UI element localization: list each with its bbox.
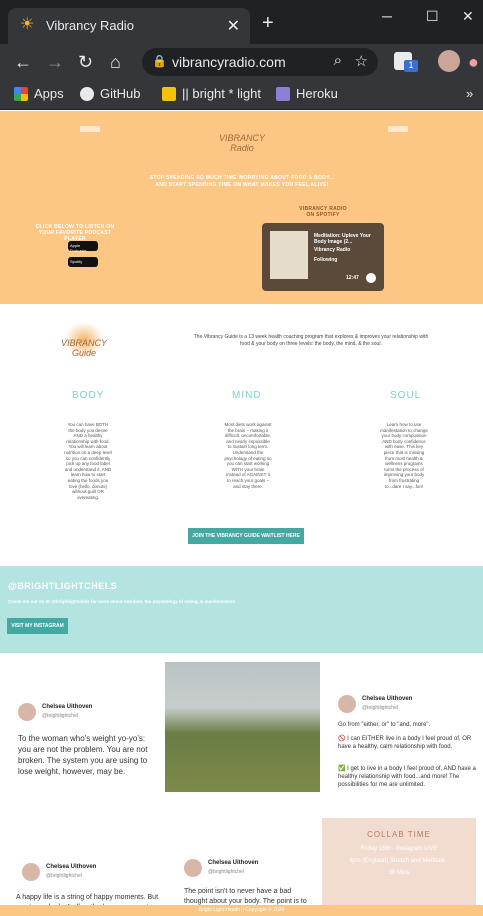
footer: Bright Light Health || Copyright © 2020 (0, 905, 483, 916)
browser-tab-strip: ☀ Vibrancy Radio ✕ + ─ ☐ ✕ (0, 0, 483, 44)
intro-line-2: food & your body on three levels: the bo… (240, 341, 382, 347)
apple-podcasts-badge[interactable]: Apple Podcasts (68, 241, 98, 253)
post-handle: @brightlightchel (362, 705, 398, 711)
waitlist-button[interactable]: JOIN THE VIBRANCY GUIDE WAITLIST HERE (188, 528, 304, 544)
profile-avatar[interactable] (438, 50, 460, 72)
forward-icon[interactable]: → (46, 50, 64, 74)
bookmark-label: GitHub (100, 86, 141, 101)
collab-post[interactable]: COLLAB TIME Friday 15th - Instagram LIVE… (322, 818, 476, 916)
collab-line-1: Friday 15th - Instagram LIVE (360, 846, 438, 852)
spotify-heading-2: ON SPOTIFY (306, 212, 340, 218)
nav-link[interactable] (388, 126, 408, 132)
avatar (184, 859, 202, 877)
avatar (18, 703, 36, 721)
visit-instagram-button[interactable]: VISIT MY INSTAGRAM (7, 618, 68, 634)
heroku-icon (276, 86, 290, 101)
post-handle: @brightlightchel (208, 869, 244, 875)
body-heading: BODY (72, 390, 105, 401)
maximize-icon[interactable]: ☐ (426, 8, 439, 25)
back-icon[interactable]: ← (14, 50, 32, 74)
instagram-banner: @BRIGHTLIGHTCHELS Check me out on IG @br… (0, 566, 483, 653)
close-window-icon[interactable]: ✕ (462, 8, 474, 25)
post-author: Chelsea Uithoven (362, 696, 413, 702)
nav-link[interactable] (80, 126, 100, 132)
apps-grid-icon (14, 86, 28, 101)
hero-section: VIBRANCY Radio STOP SPENDING SO MUCH TIM… (0, 111, 483, 304)
post-text: Go from "either, or" to "and, more". (338, 722, 431, 728)
collab-line-3: 30 Mins (388, 870, 410, 876)
tab-title: Vibrancy Radio (46, 18, 134, 33)
menu-icon[interactable]: ● (468, 50, 479, 74)
zoom-icon[interactable]: ⌕ (334, 52, 342, 69)
intro-line-1: The Vibrancy Guide is a 13 week health c… (193, 334, 429, 340)
instagram-photo[interactable] (165, 662, 320, 792)
bookmark-label: || bright * light (182, 86, 262, 101)
episode-title[interactable]: Meditation: Upleve Your Body Image (2... (314, 233, 378, 245)
spotify-badge[interactable]: Spotify (68, 257, 98, 267)
bookmark-label: Apps (34, 86, 64, 101)
post-author: Chelsea Uithoven (46, 864, 97, 870)
address-bar[interactable]: 🔒 vibrancyradio.com ⌕ ☆ (142, 48, 378, 76)
browser-toolbar: ← → ↻ ⌂ 🔒 vibrancyradio.com ⌕ ☆ 1 ● (0, 44, 483, 80)
avatar (338, 695, 356, 713)
post-text: To the woman who's weight yo-yo's: you a… (18, 734, 148, 776)
show-name: Vibrancy Radio (314, 247, 351, 253)
bookmarks-bar: Apps GitHub || bright * light Heroku » (0, 80, 483, 110)
soul-text: Learn how to use manifestation to change… (380, 422, 428, 489)
collab-title: COLLAB TIME (367, 830, 431, 839)
url-text[interactable]: vibrancyradio.com (172, 54, 286, 70)
close-tab-icon[interactable]: ✕ (227, 16, 240, 36)
avatar (22, 863, 40, 881)
follow-button[interactable]: Following (314, 257, 337, 263)
more-bookmarks-icon[interactable]: » (466, 86, 473, 101)
vibrancy-guide-logo: VIBRANCY Guide (60, 338, 107, 358)
mind-heading: MIND (232, 390, 262, 401)
tagline-line-1: STOP SPENDING SO MUCH TIME WORRYING ABOU… (149, 175, 335, 181)
post-handle: @brightlightchel (42, 713, 78, 719)
web-page: VIBRANCY Radio STOP SPENDING SO MUCH TIM… (0, 111, 483, 916)
feed-post[interactable]: Chelsea Uithoven @brightlightchel To the… (10, 693, 160, 803)
body-text: You can have BOTH the body you desire AN… (64, 422, 112, 500)
bookmark-star-icon[interactable]: ☆ (355, 52, 368, 70)
post-text: ✅ I get to live in a body I feel proud o… (338, 766, 476, 788)
episode-artwork (270, 231, 308, 279)
bookmark-label: Heroku (296, 86, 338, 101)
home-icon[interactable]: ⌂ (110, 50, 121, 74)
instagram-handle: @BRIGHTLIGHTCHELS (8, 581, 118, 591)
sun-icon: ☀ (20, 16, 35, 33)
bookmark-github[interactable]: GitHub (80, 86, 140, 101)
instagram-subtitle: Check me out on IG @brightlightchels for… (8, 599, 236, 604)
vibrancy-radio-logo: VIBRANCY Radio (218, 133, 265, 153)
soul-heading: SOUL (390, 390, 422, 401)
post-author: Chelsea Uithoven (42, 704, 93, 710)
new-tab-button[interactable]: + (262, 12, 274, 35)
bookmark-apps[interactable]: Apps (14, 86, 64, 101)
tagline-line-2: AND START SPENDING TIME ON WHAT MAKES YO… (155, 182, 329, 188)
spotify-embed[interactable]: Meditation: Upleve Your Body Image (2...… (262, 223, 384, 291)
bookmark-bright-light[interactable]: || bright * light (162, 86, 261, 101)
lock-icon[interactable]: 🔒 (152, 54, 167, 68)
extension-badge: 1 (404, 60, 418, 72)
browser-tab[interactable]: ☀ Vibrancy Radio ✕ (8, 8, 250, 44)
bookmark-heroku[interactable]: Heroku (276, 86, 338, 101)
minimize-icon[interactable]: ─ (382, 8, 392, 24)
mind-text: Most diets work against the brain – maki… (224, 422, 272, 489)
play-icon[interactable] (366, 273, 376, 283)
post-handle: @brightlightchel (46, 873, 82, 879)
post-author: Chelsea Uithoven (208, 860, 259, 866)
post-text: 🚫 I can EITHER live in a body I feel pro… (338, 736, 472, 750)
about-section: VIBRANCY Guide The Vibrancy Guide is a 1… (0, 304, 483, 566)
reload-icon[interactable]: ↻ (78, 50, 93, 74)
episode-time: 12:47 (346, 275, 359, 281)
github-icon (80, 86, 94, 101)
bookmark-page-icon (162, 86, 176, 101)
collab-line-2: 4pm (England) Stretch and Meditate - (348, 858, 450, 864)
